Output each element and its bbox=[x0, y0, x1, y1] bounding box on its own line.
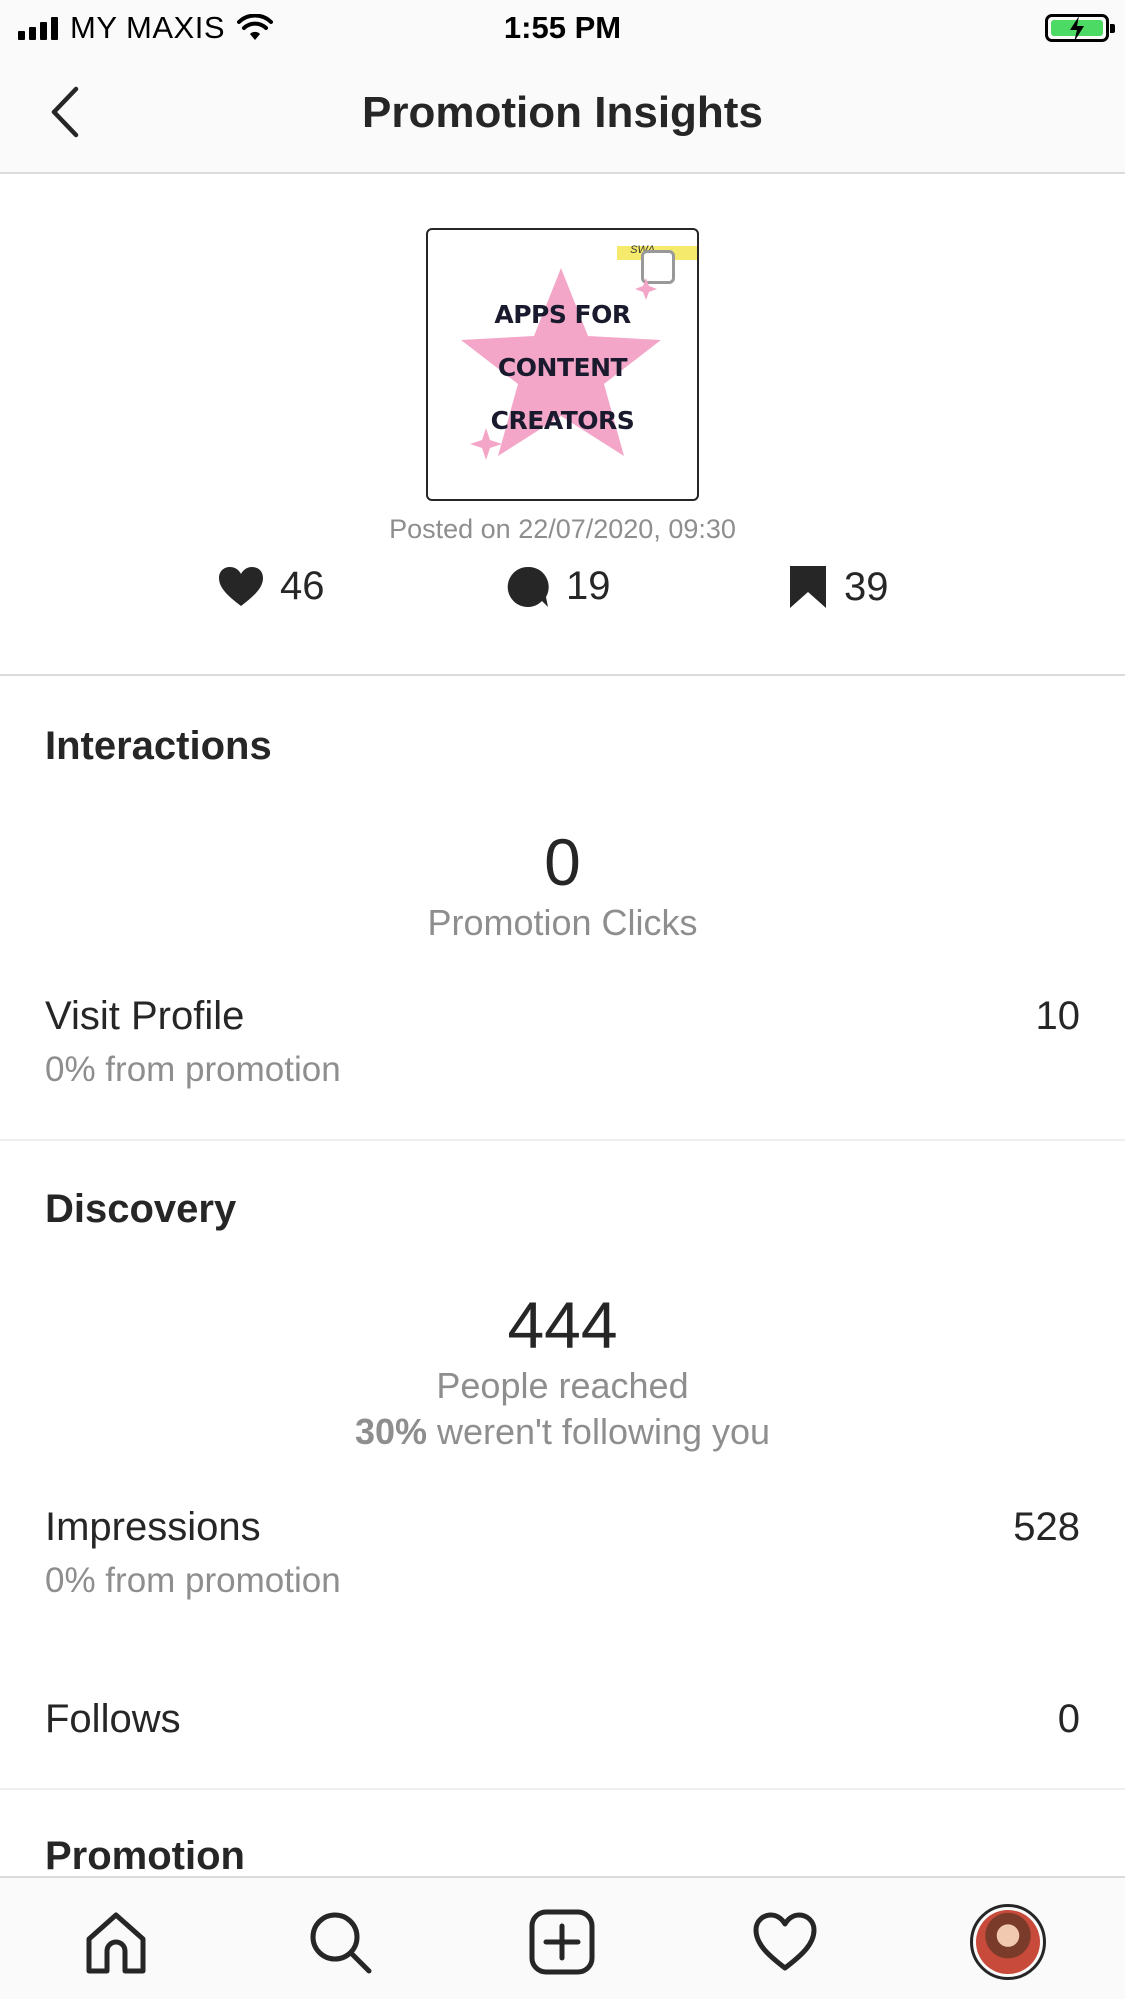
impressions-value: 528 bbox=[1013, 1505, 1080, 1549]
not-following-percent: 30% bbox=[354, 1411, 427, 1452]
discovery-title: Discovery bbox=[45, 1187, 237, 1231]
bookmark-filled-icon bbox=[790, 566, 826, 608]
promotion-clicks-label: Promotion Clicks bbox=[427, 902, 698, 943]
visit-profile-sub: 0% from promotion bbox=[45, 1050, 341, 1089]
tab-new-post[interactable] bbox=[522, 1902, 602, 1982]
battery-icon bbox=[1045, 14, 1115, 42]
status-bar: MY MAXIS 1:55 PM bbox=[0, 0, 1125, 56]
promotion-clicks-value: 0 bbox=[544, 825, 581, 899]
status-time: 1:55 PM bbox=[503, 10, 622, 45]
posted-date: Posted on 22/07/2020, 09:30 bbox=[389, 514, 736, 544]
heart-icon bbox=[753, 1912, 817, 1971]
thumbnail-text: APPS FOR CONTENT CREATORS bbox=[428, 288, 697, 447]
impressions-sub: 0% from promotion bbox=[45, 1561, 341, 1600]
thumbnail-line-1: APPS FOR bbox=[494, 300, 631, 329]
impressions-label: Impressions bbox=[45, 1505, 261, 1549]
tab-bar bbox=[0, 1876, 1125, 1999]
people-reached-label: People reached bbox=[436, 1365, 689, 1406]
interactions-title: Interactions bbox=[45, 724, 272, 768]
comments-stat: 19 bbox=[506, 564, 611, 609]
people-reached-value: 444 bbox=[507, 1288, 618, 1362]
post-stats: 46 19 39 bbox=[0, 564, 1125, 624]
comment-filled-icon bbox=[507, 566, 549, 607]
visit-profile-label: Visit Profile bbox=[45, 994, 245, 1038]
tab-activity[interactable] bbox=[745, 1902, 825, 1982]
interactions-section: Interactions 0 Promotion Clicks Visit Pr… bbox=[0, 676, 1125, 1140]
post-summary: SWA APPS FOR CONTENT CREATORS Posted on … bbox=[0, 174, 1125, 676]
saves-stat: 39 bbox=[788, 564, 889, 610]
not-following-line: 30% weren't following you bbox=[0, 1411, 1125, 1453]
follows-value: 0 bbox=[1057, 1697, 1080, 1741]
not-following-text: weren't following you bbox=[427, 1411, 771, 1452]
profile-avatar bbox=[970, 1904, 1046, 1980]
post-thumbnail[interactable]: SWA APPS FOR CONTENT CREATORS bbox=[426, 228, 699, 501]
tab-profile[interactable] bbox=[968, 1902, 1048, 1982]
saves-count: 39 bbox=[844, 564, 889, 609]
page-title: Promotion Insights bbox=[362, 88, 763, 137]
tab-home[interactable] bbox=[76, 1902, 156, 1982]
likes-stat: 46 bbox=[218, 564, 325, 609]
tab-search[interactable] bbox=[300, 1902, 380, 1982]
thumbnail-line-3: CREATORS bbox=[490, 406, 635, 435]
promotion-section: Promotion bbox=[0, 1790, 1125, 1876]
home-icon bbox=[86, 1912, 146, 1974]
charging-bolt-icon bbox=[1070, 16, 1084, 42]
nav-bar: Promotion Insights bbox=[0, 56, 1125, 174]
promotion-title: Promotion bbox=[45, 1834, 245, 1876]
heart-filled-icon bbox=[219, 566, 263, 606]
likes-count: 46 bbox=[280, 564, 325, 608]
search-icon bbox=[310, 1912, 372, 1974]
visit-profile-value: 10 bbox=[1035, 994, 1081, 1038]
comments-count: 19 bbox=[566, 564, 611, 608]
discovery-section: Discovery 444 People reached 30% weren't… bbox=[0, 1141, 1125, 1789]
thumbnail-line-2: CONTENT bbox=[497, 353, 628, 382]
follows-label: Follows bbox=[45, 1697, 181, 1741]
add-post-icon bbox=[529, 1909, 595, 1975]
